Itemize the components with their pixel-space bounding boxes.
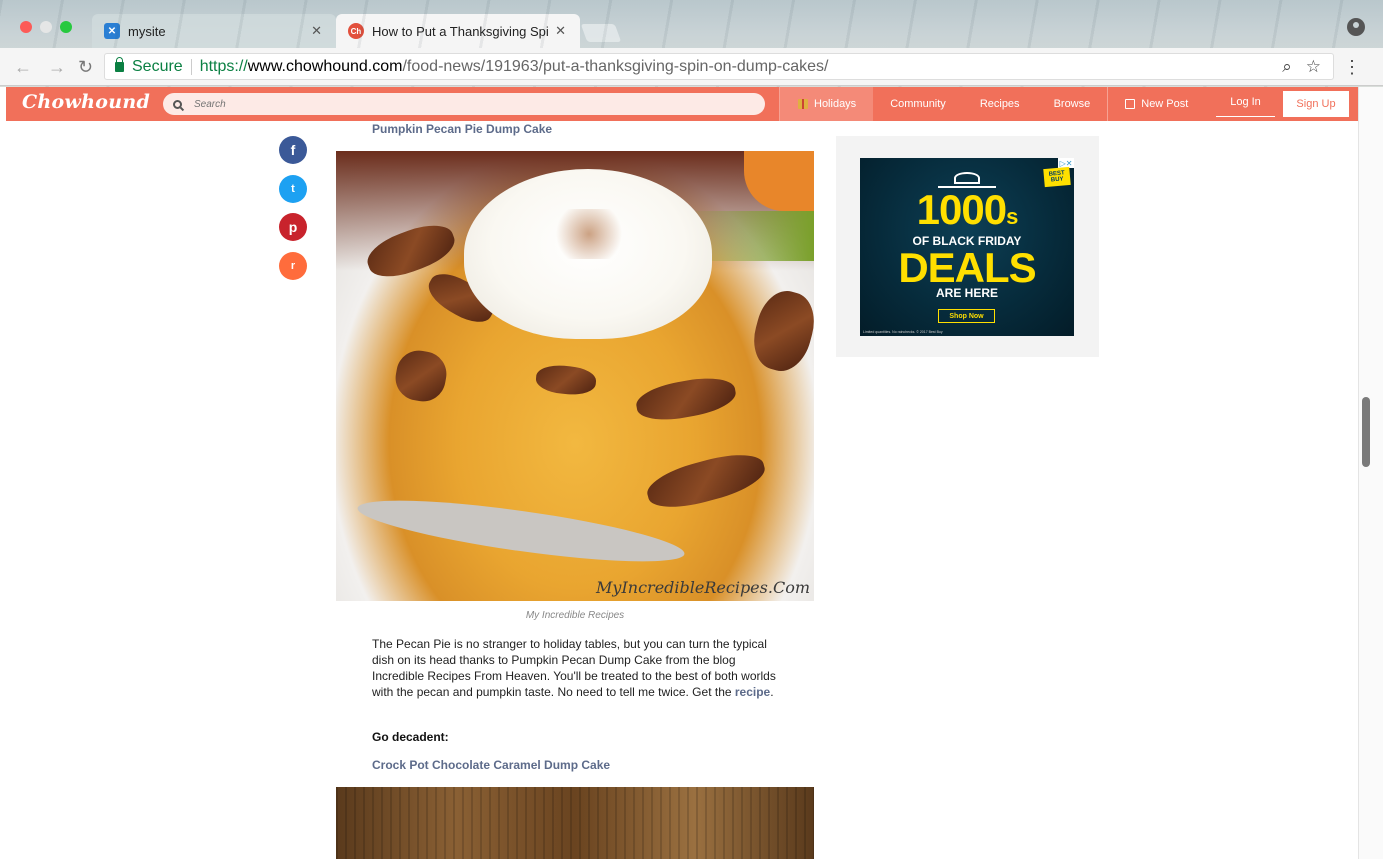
url-path: /food-news/191963/put-a-thanksgiving-spi… — [402, 57, 829, 75]
tab-label: How to Put a Thanksgiving Spi — [372, 23, 549, 39]
ad-line-2: ARE HERE — [935, 286, 998, 300]
gift-icon — [798, 99, 808, 109]
ad-deals-text: DEALS — [898, 244, 1036, 291]
minimize-window-button[interactable] — [40, 21, 52, 33]
nav-holidays[interactable]: Holidays — [780, 87, 874, 121]
section-subhead: Go decadent: — [372, 730, 449, 744]
new-tab-button[interactable] — [580, 24, 622, 42]
next-recipe-link[interactable]: Crock Pot Chocolate Caramel Dump Cake — [372, 758, 610, 772]
tab-close-icon[interactable]: ✕ — [311, 23, 322, 39]
edit-icon — [1125, 99, 1136, 109]
paragraph-end: . — [770, 685, 774, 699]
best-buy-logo: BEST BUY — [1043, 166, 1071, 188]
zoom-icon[interactable]: ⌕ — [1282, 57, 1292, 77]
image-spoon — [354, 488, 688, 574]
recipe-heading-link[interactable]: Pumpkin Pecan Pie Dump Cake — [372, 122, 552, 136]
nav-community[interactable]: Community — [873, 87, 963, 121]
secure-label: Secure — [132, 57, 183, 75]
lock-icon — [115, 56, 124, 72]
url-host: www.chowhound.com — [247, 57, 403, 75]
maximize-window-button[interactable] — [60, 21, 72, 33]
tab-label: mysite — [128, 23, 166, 39]
image-pecan — [534, 363, 598, 397]
image-pecan — [746, 285, 814, 377]
ad-number-suffix: s — [1006, 204, 1018, 229]
twitter-share-icon[interactable]: t — [279, 174, 307, 203]
chowhound-favicon-icon: Ch — [348, 23, 364, 39]
social-share-bar: f t p r — [279, 136, 307, 290]
site-nav-items: Holidays Community Recipes Browse New Po… — [779, 87, 1205, 121]
nav-new-post[interactable]: New Post — [1108, 87, 1205, 121]
bookmark-star-icon[interactable]: ☆ — [1306, 57, 1321, 77]
reload-icon[interactable]: ↻ — [78, 57, 93, 78]
nav-holidays-label: Holidays — [814, 98, 857, 110]
omnibox-divider — [190, 58, 192, 75]
x-favicon-icon: ✕ — [104, 23, 120, 39]
profile-icon[interactable] — [1347, 18, 1365, 36]
tab-mysite[interactable]: ✕ mysite ✕ — [92, 14, 336, 48]
sign-up-button[interactable]: Sign Up — [1283, 91, 1349, 117]
url-scheme: https:// — [199, 57, 248, 75]
recipe-link[interactable]: recipe — [735, 685, 770, 699]
browser-menu-icon[interactable]: ⋮ — [1343, 57, 1361, 78]
facebook-share-icon[interactable]: f — [279, 136, 307, 164]
search-icon — [173, 99, 182, 109]
address-bar[interactable]: Secure https://www.chowhound.com/food-ne… — [104, 53, 1334, 80]
image-watermark: MyIncredibleRecipes.Com — [596, 578, 810, 597]
page-scrollbar-thumb[interactable] — [1362, 397, 1370, 467]
nav-recipes[interactable]: Recipes — [963, 87, 1037, 121]
nav-new-post-label: New Post — [1141, 98, 1189, 110]
paragraph-text: The Pecan Pie is no stranger to holiday … — [372, 637, 776, 699]
gift-bow-icon — [954, 172, 980, 184]
search-box[interactable] — [163, 93, 765, 115]
image-caption: My Incredible Recipes — [525, 610, 625, 621]
browser-toolbar: ← → ↻ Secure https://www.chowhound.com/f… — [0, 48, 1383, 86]
site-logo[interactable]: Chowhound — [22, 91, 150, 113]
pinterest-share-icon[interactable]: p — [279, 213, 307, 241]
image-whipped-cream — [464, 169, 712, 339]
search-input[interactable] — [194, 98, 734, 110]
page-scrollbar-track[interactable] — [1358, 87, 1383, 859]
ad-headline-number: 1000s — [860, 186, 1074, 234]
image-pecan — [642, 446, 770, 516]
image-pecan — [392, 347, 450, 405]
next-recipe-image — [336, 787, 814, 859]
black-friday-ad[interactable]: ▷✕ BEST BUY 1000s OF BLACK FRIDAY DEALS … — [860, 158, 1074, 336]
ad-fine-print: Limited quantities. No rainchecks. © 201… — [863, 330, 943, 334]
tab-close-icon[interactable]: ✕ — [555, 23, 566, 39]
log-in-button[interactable]: Log In — [1216, 87, 1275, 117]
recipe-hero-image: MyIncredibleRecipes.Com — [336, 151, 814, 601]
article-paragraph: The Pecan Pie is no stranger to holiday … — [372, 636, 782, 700]
reddit-share-icon[interactable]: r — [279, 251, 307, 280]
ad-shop-now-button[interactable]: Shop Now — [938, 309, 995, 323]
forward-arrow-icon[interactable]: → — [48, 57, 66, 78]
site-navbar: Chowhound Holidays Community Recipes Bro… — [6, 87, 1358, 121]
ad-number: 1000 — [916, 186, 1007, 233]
omnibox-actions: ⌕ ☆ — [1282, 57, 1321, 77]
nav-browse[interactable]: Browse — [1037, 87, 1108, 121]
back-arrow-icon[interactable]: ← — [14, 57, 32, 78]
tab-chowhound[interactable]: Ch How to Put a Thanksgiving Spi ✕ — [336, 14, 580, 48]
image-pecan — [633, 372, 739, 426]
close-window-button[interactable] — [20, 21, 32, 33]
